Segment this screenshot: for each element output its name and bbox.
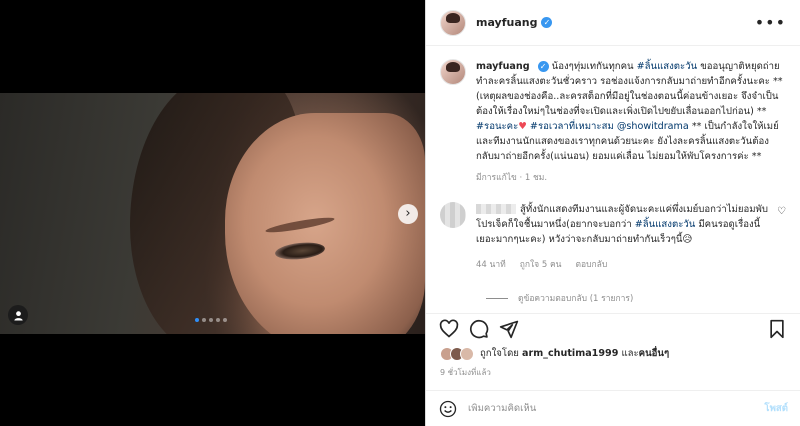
likes-row: ถูกใจโดย arm_chutima1999 และคนอื่นๆ — [440, 346, 669, 361]
caption-body: mayfuang ✓ น้องๆทุ่มเทกันทุกคน #ลิ้นแสงตะ… — [476, 59, 786, 184]
comment-time[interactable]: 44 นาที — [476, 257, 506, 271]
post-header: mayfuang ✓ ••• — [426, 0, 800, 46]
carousel-dot — [202, 318, 206, 322]
tagged-users-button[interactable] — [8, 305, 28, 325]
photo-face — [225, 113, 425, 334]
red-heart-emoji: ♥ — [518, 121, 527, 132]
caption-username[interactable]: mayfuang — [476, 61, 530, 72]
paper-plane-icon — [499, 320, 519, 338]
post-photo — [0, 93, 425, 334]
post-media: › — [0, 0, 425, 426]
view-replies-label: ดูข้อความตอบกลับ (1 รายการ) — [518, 294, 634, 304]
verified-badge-icon: ✓ — [541, 17, 553, 28]
hashtag-link[interactable]: #ลิ้นแสงตะวัน — [637, 61, 698, 72]
sad-emoji: 😥 — [682, 234, 693, 245]
save-button[interactable] — [766, 318, 788, 340]
verified-badge-icon: ✓ — [537, 60, 549, 72]
commenter-avatar[interactable] — [440, 202, 466, 228]
view-replies-button[interactable]: ดูข้อความตอบกลับ (1 รายการ) — [486, 291, 786, 305]
more-options-icon[interactable]: ••• — [755, 13, 786, 32]
user-icon — [13, 310, 23, 321]
replies-divider — [486, 297, 508, 299]
smiley-icon — [439, 400, 457, 417]
hashtag-link[interactable]: #รอนะคะ — [476, 121, 518, 132]
add-comment-bar: โพสต์ — [426, 390, 800, 426]
avatar[interactable] — [440, 9, 466, 36]
heart-icon — [439, 319, 459, 338]
like-button[interactable] — [438, 318, 460, 340]
caption-part1: น้องๆทุ่มเทกันทุกคน — [551, 61, 637, 72]
carousel-dot — [216, 318, 220, 322]
hashtag-link[interactable]: #ลิ้นแสงตะวัน — [635, 219, 696, 230]
comment-input[interactable] — [468, 403, 765, 414]
comment-reply-button[interactable]: ตอบกลับ — [575, 257, 607, 271]
comment-bubble-icon — [469, 319, 489, 338]
post-caption: mayfuang ✓ น้องๆทุ่มเทกันทุกคน #ลิ้นแสงตะ… — [440, 59, 786, 184]
carousel-next-button[interactable]: › — [398, 204, 418, 224]
post-timestamp[interactable]: 9 ชั่วโมงที่แล้ว — [440, 366, 491, 379]
post-actions-bar — [426, 313, 800, 343]
comment-text: สู้ทั้งนักแสดงทีมงานและผู้จัดนะคะแค่พึ่ง… — [476, 202, 776, 247]
chevron-right-icon: › — [405, 206, 411, 221]
caption-avatar[interactable] — [440, 59, 466, 85]
bookmark-icon — [770, 319, 784, 338]
liker-avatar — [460, 346, 474, 361]
liked-by-others[interactable]: คนอื่นๆ — [639, 348, 669, 359]
comment-body: สู้ทั้งนักแสดงทีมงานและผู้จัดนะคะแค่พึ่ง… — [476, 202, 776, 271]
liked-by-user[interactable]: arm_chutima1999 — [522, 348, 618, 359]
carousel-dot — [223, 318, 227, 322]
comment-likes-count[interactable]: ถูกใจ 5 คน — [520, 257, 562, 271]
post-sidebar: mayfuang ✓ ••• mayfuang ✓ น้องๆทุ่มเทกันท… — [425, 0, 800, 426]
carousel-dot — [195, 318, 199, 322]
header-username[interactable]: mayfuang — [476, 16, 537, 29]
caption-meta: มีการแก้ไข · 1 ชม. — [476, 173, 548, 183]
caption-text: mayfuang ✓ น้องๆทุ่มเทกันทุกคน #ลิ้นแสงตะ… — [476, 59, 786, 164]
comment-item: สู้ทั้งนักแสดงทีมงานและผู้จัดนะคะแค่พึ่ง… — [440, 202, 786, 271]
liked-by-middle: และ — [618, 348, 639, 359]
hashtag-link[interactable]: #รอเวลาที่เหมาะสม — [527, 121, 614, 132]
mention-link[interactable]: @showitdrama — [614, 121, 689, 132]
carousel-dots — [195, 318, 227, 322]
comment-actions: 44 นาที ถูกใจ 5 คน ตอบกลับ — [476, 257, 776, 271]
comment-button[interactable] — [468, 318, 490, 340]
liked-by-prefix: ถูกใจโดย — [480, 348, 522, 359]
post-comment-button[interactable]: โพสต์ — [764, 401, 788, 416]
comments-area[interactable]: mayfuang ✓ น้องๆทุ่มเทกันทุกคน #ลิ้นแสงตะ… — [426, 47, 800, 313]
emoji-picker-button[interactable] — [438, 399, 458, 419]
instagram-post-modal: › mayfuang ✓ ••• mayfuang ✓ น้องๆทุ่มเทก… — [0, 0, 800, 426]
carousel-dot — [209, 318, 213, 322]
commenter-username-blurred[interactable] — [476, 204, 516, 214]
share-button[interactable] — [498, 318, 520, 340]
liked-by-text: ถูกใจโดย arm_chutima1999 และคนอื่นๆ — [480, 346, 669, 361]
comment-like-heart-icon[interactable]: ♡ — [777, 206, 786, 217]
